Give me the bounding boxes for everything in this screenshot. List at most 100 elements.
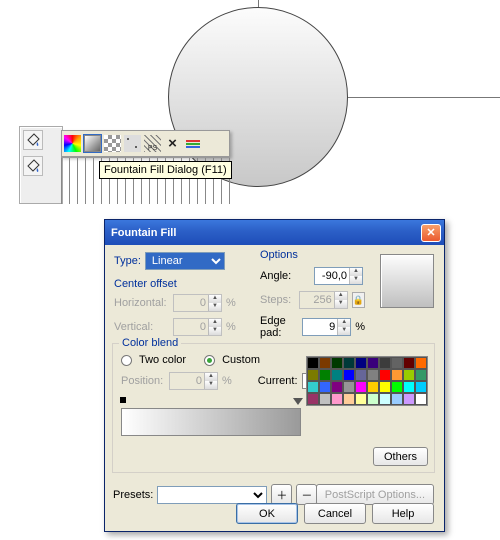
current-label: Current: <box>258 375 298 387</box>
gradient-edit-bar[interactable] <box>121 408 301 436</box>
palette-swatch[interactable] <box>379 393 391 405</box>
gradient-end-marker[interactable] <box>293 398 303 405</box>
palette-swatch[interactable] <box>403 369 415 381</box>
palette-swatch[interactable] <box>391 357 403 369</box>
plus-icon: ＋ <box>276 487 287 503</box>
palette-swatch[interactable] <box>379 357 391 369</box>
palette-swatch[interactable] <box>367 393 379 405</box>
color-docker-icon[interactable] <box>183 134 202 153</box>
fill-tool-button[interactable] <box>23 130 43 150</box>
edgepad-percent: % <box>355 321 365 333</box>
palette-swatch[interactable] <box>307 393 319 405</box>
palette-swatch[interactable] <box>391 369 403 381</box>
palette-swatch[interactable] <box>319 357 331 369</box>
dialog-title: Fountain Fill <box>111 227 176 239</box>
fountain-fill-icon[interactable] <box>83 134 102 153</box>
palette-swatch[interactable] <box>391 381 403 393</box>
palette-swatch[interactable] <box>343 381 355 393</box>
twocolor-radio[interactable]: Two color <box>121 354 186 366</box>
no-fill-icon[interactable]: × <box>163 134 182 153</box>
options-label: Options <box>260 249 365 261</box>
gradient-start-marker[interactable] <box>120 397 126 403</box>
palette-swatch[interactable] <box>355 393 367 405</box>
pattern-fill-icon[interactable] <box>103 134 122 153</box>
palette-swatch[interactable] <box>331 369 343 381</box>
custom-radio[interactable]: Custom <box>204 354 260 366</box>
horizontal-suffix: % <box>226 297 236 309</box>
tooltip: Fountain Fill Dialog (F11) <box>99 161 232 179</box>
position-spinner: ▲▼ <box>169 372 218 390</box>
fountain-fill-dialog: Fountain Fill ✕ Type: Linear Center offs… <box>104 219 445 532</box>
bucket-icon <box>26 159 40 173</box>
center-offset-label: Center offset <box>114 278 236 290</box>
help-button[interactable]: Help <box>372 503 434 524</box>
palette-swatch[interactable] <box>415 381 427 393</box>
ok-button[interactable]: OK <box>236 503 298 524</box>
steps-label: Steps: <box>260 294 295 306</box>
others-button[interactable]: Others <box>373 447 428 466</box>
palette-swatch[interactable] <box>319 381 331 393</box>
postscript-fill-icon[interactable]: PS <box>143 134 162 153</box>
position-label: Position: <box>121 375 165 387</box>
presets-label: Presets: <box>113 489 153 501</box>
palette-swatch[interactable] <box>415 357 427 369</box>
presets-select[interactable] <box>157 486 267 504</box>
texture-fill-icon[interactable] <box>123 134 142 153</box>
steps-lock-icon[interactable]: 🔒 <box>352 292 365 308</box>
palette-swatch[interactable] <box>307 369 319 381</box>
horizontal-label: Horizontal: <box>114 297 169 309</box>
preset-remove-button[interactable]: － <box>296 484 317 505</box>
guide-horizontal <box>348 97 500 98</box>
fill-flyout-toolbar: PS × <box>61 130 230 157</box>
palette-swatch[interactable] <box>355 357 367 369</box>
palette-swatch[interactable] <box>355 381 367 393</box>
guide-vertical <box>258 0 259 7</box>
colorblend-label: Color blend <box>119 337 181 349</box>
bucket-icon <box>26 133 40 147</box>
palette-swatch[interactable] <box>319 393 331 405</box>
fill-tool-button-2[interactable] <box>23 156 43 176</box>
palette-swatch[interactable] <box>331 393 343 405</box>
palette-swatch[interactable] <box>415 369 427 381</box>
edgepad-spinner[interactable]: ▲▼ <box>302 318 351 336</box>
close-icon: ✕ <box>426 226 435 239</box>
preset-add-button[interactable]: ＋ <box>271 484 292 505</box>
palette-swatch[interactable] <box>367 381 379 393</box>
titlebar[interactable]: Fountain Fill ✕ <box>105 220 444 245</box>
palette-swatch[interactable] <box>391 393 403 405</box>
palette-swatch[interactable] <box>403 357 415 369</box>
close-button[interactable]: ✕ <box>421 224 441 242</box>
color-palette[interactable] <box>306 356 428 406</box>
palette-swatch[interactable] <box>331 357 343 369</box>
tool-dock <box>19 126 63 204</box>
vertical-spinner: ▲▼ <box>173 318 222 336</box>
uniform-fill-icon[interactable] <box>63 134 82 153</box>
gradient-preview <box>380 254 434 308</box>
palette-swatch[interactable] <box>367 357 379 369</box>
palette-swatch[interactable] <box>403 381 415 393</box>
palette-swatch[interactable] <box>379 381 391 393</box>
palette-swatch[interactable] <box>307 381 319 393</box>
palette-swatch[interactable] <box>367 369 379 381</box>
angle-spinner[interactable]: ▲▼ <box>314 267 363 285</box>
palette-swatch[interactable] <box>355 369 367 381</box>
vertical-label: Vertical: <box>114 321 169 333</box>
palette-swatch[interactable] <box>343 357 355 369</box>
horizontal-spinner: ▲▼ <box>173 294 222 312</box>
minus-icon: － <box>301 487 312 503</box>
angle-label: Angle: <box>260 270 310 282</box>
palette-swatch[interactable] <box>331 381 343 393</box>
palette-swatch[interactable] <box>319 369 331 381</box>
type-select[interactable]: Linear <box>145 252 225 270</box>
postscript-options-button: PostScript Options... <box>316 484 434 505</box>
palette-swatch[interactable] <box>403 393 415 405</box>
type-label: Type: <box>114 255 141 267</box>
palette-swatch[interactable] <box>379 369 391 381</box>
edgepad-label: Edge pad: <box>260 315 298 339</box>
cancel-button[interactable]: Cancel <box>304 503 366 524</box>
palette-swatch[interactable] <box>415 393 427 405</box>
palette-swatch[interactable] <box>307 357 319 369</box>
palette-swatch[interactable] <box>343 369 355 381</box>
palette-swatch[interactable] <box>343 393 355 405</box>
steps-spinner: ▲▼ <box>299 291 348 309</box>
